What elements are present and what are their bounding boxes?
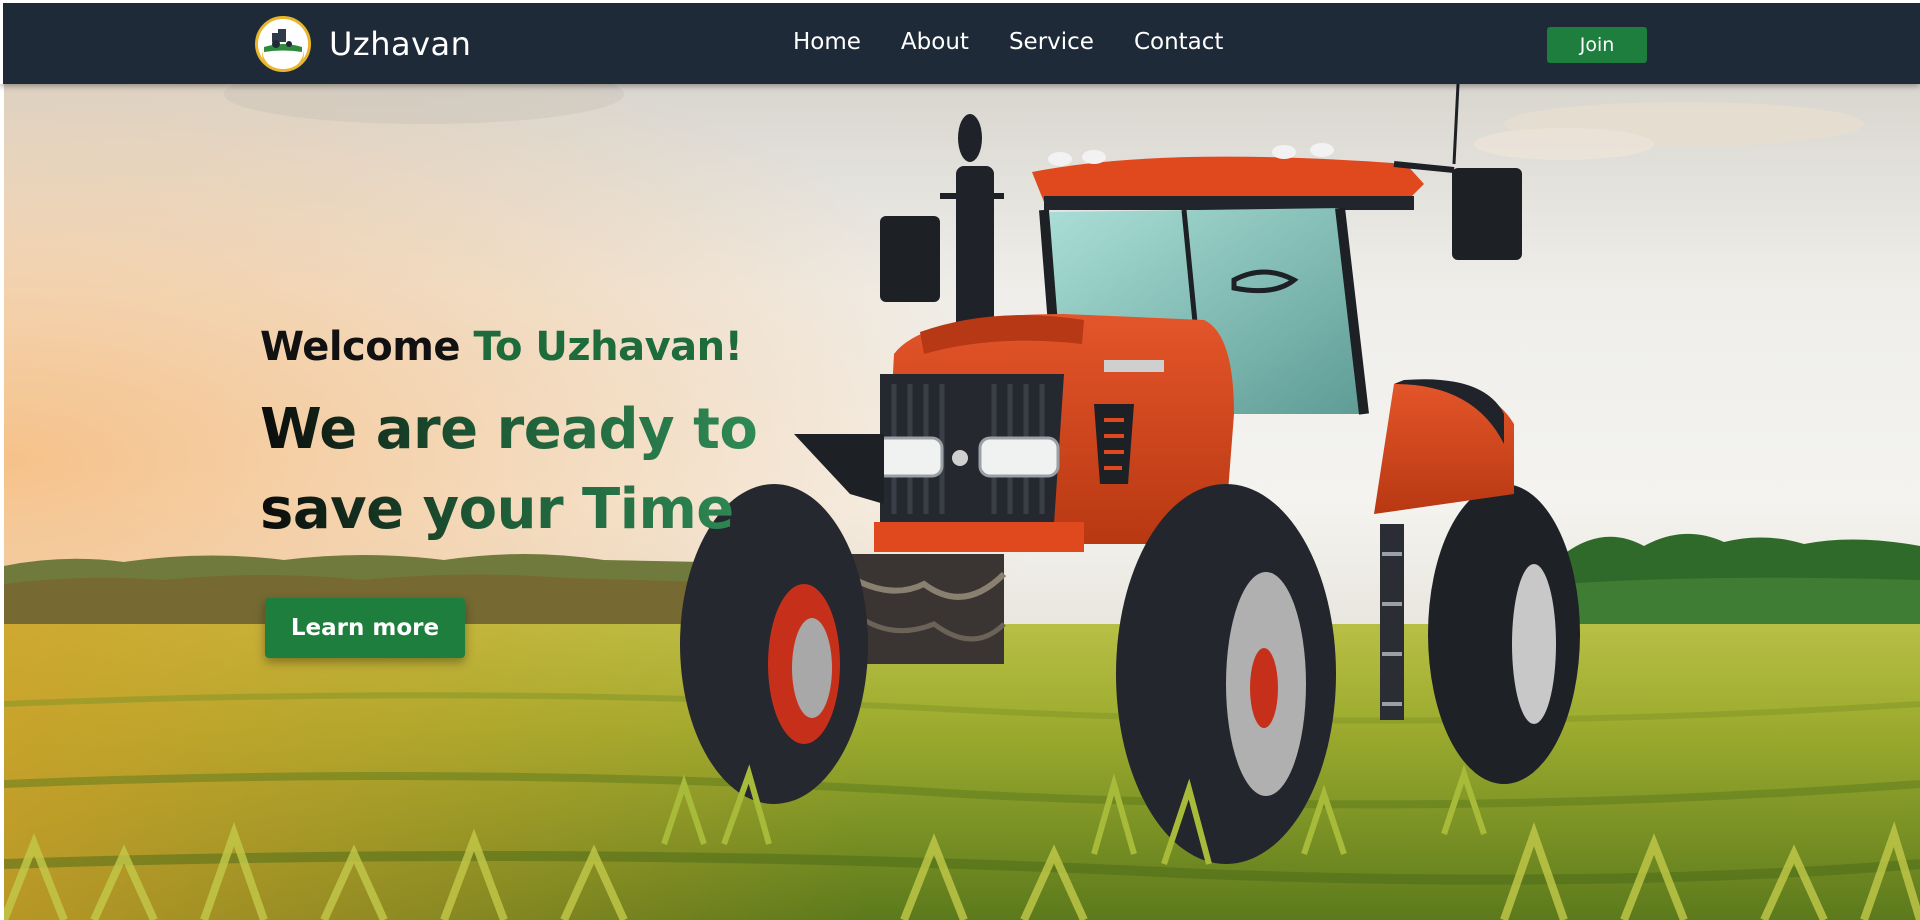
learn-more-button[interactable]: Learn more — [265, 598, 465, 658]
nav-link-home[interactable]: Home — [793, 29, 861, 55]
brand-name: Uzhavan — [329, 25, 472, 63]
tagline-line-2: save your Time — [260, 477, 734, 542]
hero-section: Welcome To Uzhavan! We are ready to save… — [4, 84, 1920, 920]
tagline-line-1: We are ready to — [260, 397, 758, 462]
nav-item-service: Service — [1009, 29, 1094, 55]
welcome-heading: Welcome To Uzhavan! — [260, 324, 757, 370]
brand-link[interactable]: Uzhavan — [255, 16, 471, 72]
nav-item-home: Home — [793, 29, 861, 55]
nav-item-contact: Contact — [1134, 29, 1223, 55]
join-button[interactable]: Join — [1547, 27, 1647, 63]
hero-tagline: We are ready to save your Time — [260, 390, 757, 550]
nav-link-contact[interactable]: Contact — [1134, 29, 1223, 55]
hero-text: Welcome To Uzhavan! We are ready to save… — [260, 324, 757, 550]
nav-menu: Home About Service Contact — [793, 29, 1223, 55]
welcome-prefix: Welcome — [260, 324, 461, 370]
nav-item-about: About — [901, 29, 969, 55]
nav-link-service[interactable]: Service — [1009, 29, 1094, 55]
navbar: Uzhavan Home About Service Contact Join — [0, 0, 1920, 84]
welcome-accent: To Uzhavan! — [473, 324, 743, 370]
nav-link-about[interactable]: About — [901, 29, 969, 55]
tractor-logo-icon — [255, 16, 311, 72]
